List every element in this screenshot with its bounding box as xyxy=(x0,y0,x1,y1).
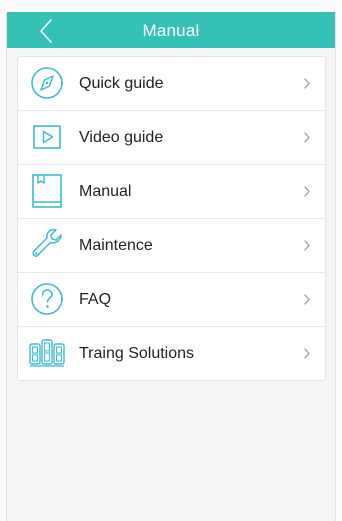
menu-item-video-guide[interactable]: Video guide xyxy=(18,111,325,165)
menu-item-maintence[interactable]: Maintence xyxy=(18,219,325,273)
chevron-right-icon xyxy=(303,239,311,252)
menu-item-quick-guide[interactable]: Quick guide xyxy=(18,57,325,111)
play-icon xyxy=(28,119,66,155)
compass-icon xyxy=(28,65,66,101)
chevron-right-icon xyxy=(303,131,311,144)
menu-item-label: Traing Solutions xyxy=(79,345,195,362)
app-screen: Manual Quick guide Video guide Manual Ma… xyxy=(6,12,336,521)
chevron-right-icon xyxy=(303,347,311,360)
menu-item-label: Quick guide xyxy=(79,75,164,92)
chevron-right-icon xyxy=(303,77,311,90)
question-icon xyxy=(28,281,66,317)
menu-item-traing-solutions[interactable]: Traing Solutions xyxy=(18,327,325,380)
menu-item-label: Video guide xyxy=(79,129,164,146)
book-icon xyxy=(28,173,66,209)
menu-item-faq[interactable]: FAQ xyxy=(18,273,325,327)
chevron-right-icon xyxy=(303,293,311,306)
page-title: Manual xyxy=(142,21,200,40)
chevron-right-icon xyxy=(303,185,311,198)
app-header: Manual xyxy=(7,12,335,48)
menu-list: Quick guide Video guide Manual Maintence… xyxy=(17,56,326,381)
menu-item-manual[interactable]: Manual xyxy=(18,165,325,219)
wrench-icon xyxy=(28,227,66,263)
menu-item-label: Maintence xyxy=(79,237,153,254)
menu-item-label: FAQ xyxy=(79,291,112,308)
menu-item-label: Manual xyxy=(79,183,132,200)
workout-icon xyxy=(28,335,66,371)
